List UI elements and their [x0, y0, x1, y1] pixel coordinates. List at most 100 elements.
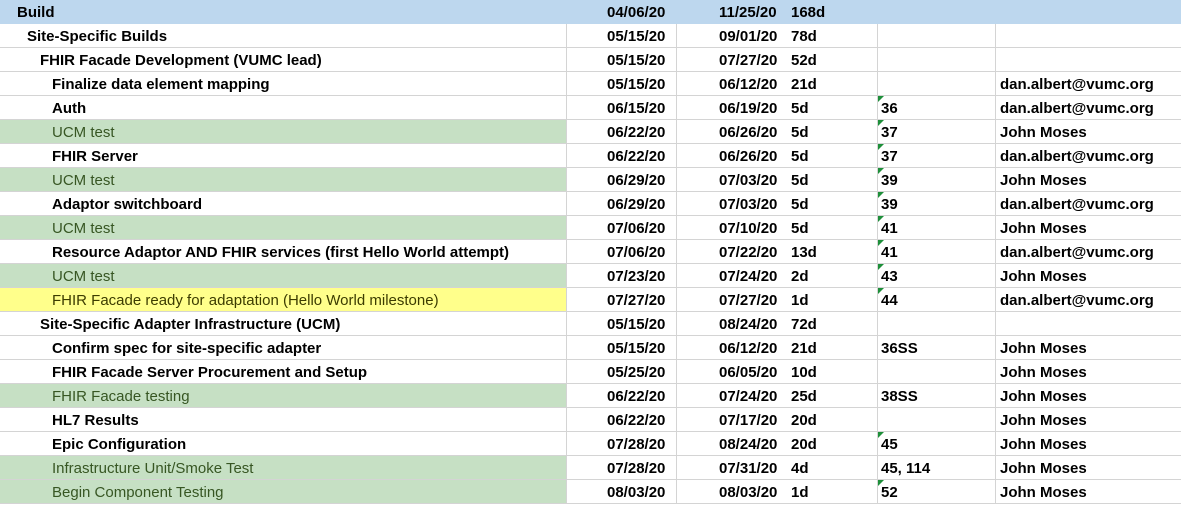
duration-cell[interactable]: 5d — [790, 216, 878, 240]
end-date-cell[interactable]: 07/24/20 — [677, 384, 790, 408]
end-date-cell[interactable]: 08/24/20 — [677, 312, 790, 336]
predecessor-cell[interactable]: 37 — [878, 144, 996, 168]
end-date-cell[interactable]: 08/03/20 — [677, 480, 790, 504]
task-name-cell[interactable]: HL7 Results — [0, 408, 567, 432]
table-row[interactable]: FHIR Facade Development (VUMC lead) 05/15… — [0, 48, 1181, 72]
start-date-cell[interactable]: 06/22/20 — [567, 120, 677, 144]
table-row[interactable]: Adaptor switchboard 06/29/20 07/03/20 5d 39 d… — [0, 192, 1181, 216]
header-row[interactable]: Build 04/06/20 11/25/20 168d — [0, 0, 1181, 24]
table-row[interactable]: UCM test 07/06/20 07/10/20 5d 41 John Moses — [0, 216, 1181, 240]
end-date-cell[interactable]: 06/12/20 — [677, 72, 790, 96]
predecessor-cell[interactable]: 45, 114 — [878, 456, 996, 480]
predecessor-cell[interactable]: 43 — [878, 264, 996, 288]
start-date-cell[interactable]: 07/06/20 — [567, 240, 677, 264]
resource-cell[interactable]: John Moses — [996, 456, 1181, 480]
task-name-cell[interactable]: Adaptor switchboard — [0, 192, 567, 216]
task-name-cell[interactable]: FHIR Facade Server Procurement and Setup — [0, 360, 567, 384]
task-name-cell[interactable]: Finalize data element mapping — [0, 72, 567, 96]
task-name-cell[interactable]: FHIR Facade testing — [0, 384, 567, 408]
resource-cell[interactable]: dan.albert@vumc.org — [996, 72, 1181, 96]
start-date-cell[interactable]: 06/22/20 — [567, 144, 677, 168]
duration-cell[interactable]: 10d — [790, 360, 878, 384]
duration-cell[interactable]: 21d — [790, 336, 878, 360]
predecessor-cell[interactable]: 39 — [878, 168, 996, 192]
predecessor-cell[interactable]: 39 — [878, 192, 996, 216]
resource-cell[interactable]: dan.albert@vumc.org — [996, 240, 1181, 264]
start-date-cell[interactable]: 06/29/20 — [567, 192, 677, 216]
predecessor-cell[interactable]: 52 — [878, 480, 996, 504]
duration-cell[interactable]: 52d — [790, 48, 878, 72]
resource-cell[interactable]: John Moses — [996, 264, 1181, 288]
table-row[interactable]: FHIR Facade testing 06/22/20 07/24/20 25d 38… — [0, 384, 1181, 408]
duration-cell[interactable]: 20d — [790, 408, 878, 432]
task-name-cell[interactable]: UCM test — [0, 216, 567, 240]
table-row[interactable]: Resource Adaptor AND FHIR services (firs… — [0, 240, 1181, 264]
end-date-cell[interactable]: 09/01/20 — [677, 24, 790, 48]
resource-cell[interactable]: John Moses — [996, 360, 1181, 384]
table-row[interactable]: Begin Component Testing 08/03/20 08/03/20 1… — [0, 480, 1181, 504]
start-date-cell[interactable]: 06/22/20 — [567, 384, 677, 408]
start-date-cell[interactable]: 06/15/20 — [567, 96, 677, 120]
duration-cell[interactable]: 72d — [790, 312, 878, 336]
end-date-cell[interactable]: 07/03/20 — [677, 168, 790, 192]
end-date-cell[interactable]: 07/31/20 — [677, 456, 790, 480]
end-date-cell[interactable]: 07/24/20 — [677, 264, 790, 288]
start-date-cell[interactable]: 05/15/20 — [567, 48, 677, 72]
table-row[interactable]: UCM test 06/29/20 07/03/20 5d 39 John Moses — [0, 168, 1181, 192]
task-name-cell[interactable]: FHIR Facade Development (VUMC lead) — [0, 48, 567, 72]
header-start-cell[interactable]: 04/06/20 — [567, 0, 677, 24]
resource-cell[interactable]: John Moses — [996, 168, 1181, 192]
table-row[interactable]: FHIR Server 06/22/20 06/26/20 5d 37 dan.alber… — [0, 144, 1181, 168]
predecessor-cell[interactable] — [878, 48, 996, 72]
table-row[interactable]: HL7 Results 06/22/20 07/17/20 20d John Moses — [0, 408, 1181, 432]
start-date-cell[interactable]: 05/15/20 — [567, 336, 677, 360]
duration-cell[interactable]: 13d — [790, 240, 878, 264]
task-name-cell[interactable]: FHIR Facade ready for adaptation (Hello … — [0, 288, 567, 312]
table-row[interactable]: Confirm spec for site-specific adapter 05… — [0, 336, 1181, 360]
duration-cell[interactable]: 1d — [790, 288, 878, 312]
predecessor-cell[interactable]: 37 — [878, 120, 996, 144]
task-name-cell[interactable]: Site-Specific Builds — [0, 24, 567, 48]
resource-cell[interactable]: John Moses — [996, 336, 1181, 360]
task-name-cell[interactable]: UCM test — [0, 168, 567, 192]
end-date-cell[interactable]: 07/10/20 — [677, 216, 790, 240]
duration-cell[interactable]: 25d — [790, 384, 878, 408]
predecessor-cell[interactable]: 36SS — [878, 336, 996, 360]
task-name-cell[interactable]: Epic Configuration — [0, 432, 567, 456]
resource-cell[interactable] — [996, 24, 1181, 48]
resource-cell[interactable] — [996, 48, 1181, 72]
resource-cell[interactable]: dan.albert@vumc.org — [996, 288, 1181, 312]
table-row[interactable]: Site-Specific Adapter Infrastructure (UC… — [0, 312, 1181, 336]
predecessor-cell[interactable]: 41 — [878, 240, 996, 264]
task-name-cell[interactable]: Begin Component Testing — [0, 480, 567, 504]
table-row[interactable]: Finalize data element mapping 05/15/20 06/… — [0, 72, 1181, 96]
task-name-cell[interactable]: Infrastructure Unit/Smoke Test — [0, 456, 567, 480]
task-name-cell[interactable]: FHIR Server — [0, 144, 567, 168]
end-date-cell[interactable]: 07/17/20 — [677, 408, 790, 432]
end-date-cell[interactable]: 07/27/20 — [677, 48, 790, 72]
end-date-cell[interactable]: 06/05/20 — [677, 360, 790, 384]
predecessor-cell[interactable]: 38SS — [878, 384, 996, 408]
duration-cell[interactable]: 78d — [790, 24, 878, 48]
resource-cell[interactable]: dan.albert@vumc.org — [996, 192, 1181, 216]
table-row[interactable]: Infrastructure Unit/Smoke Test 07/28/20 07… — [0, 456, 1181, 480]
duration-cell[interactable]: 5d — [790, 96, 878, 120]
table-row[interactable]: FHIR Facade ready for adaptation (Hello … — [0, 288, 1181, 312]
start-date-cell[interactable]: 07/28/20 — [567, 432, 677, 456]
predecessor-cell[interactable]: 36 — [878, 96, 996, 120]
header-task-cell[interactable]: Build — [0, 0, 567, 24]
resource-cell[interactable] — [996, 312, 1181, 336]
start-date-cell[interactable]: 06/22/20 — [567, 408, 677, 432]
start-date-cell[interactable]: 07/23/20 — [567, 264, 677, 288]
start-date-cell[interactable]: 07/06/20 — [567, 216, 677, 240]
resource-cell[interactable]: John Moses — [996, 408, 1181, 432]
task-name-cell[interactable]: UCM test — [0, 264, 567, 288]
end-date-cell[interactable]: 06/19/20 — [677, 96, 790, 120]
predecessor-cell[interactable]: 45 — [878, 432, 996, 456]
end-date-cell[interactable]: 07/03/20 — [677, 192, 790, 216]
table-row[interactable]: FHIR Facade Server Procurement and Setup… — [0, 360, 1181, 384]
duration-cell[interactable]: 4d — [790, 456, 878, 480]
table-row[interactable]: UCM test 06/22/20 06/26/20 5d 37 John Moses — [0, 120, 1181, 144]
table-row[interactable]: Auth 06/15/20 06/19/20 5d 36 dan.albert@vumc.… — [0, 96, 1181, 120]
predecessor-cell[interactable] — [878, 408, 996, 432]
